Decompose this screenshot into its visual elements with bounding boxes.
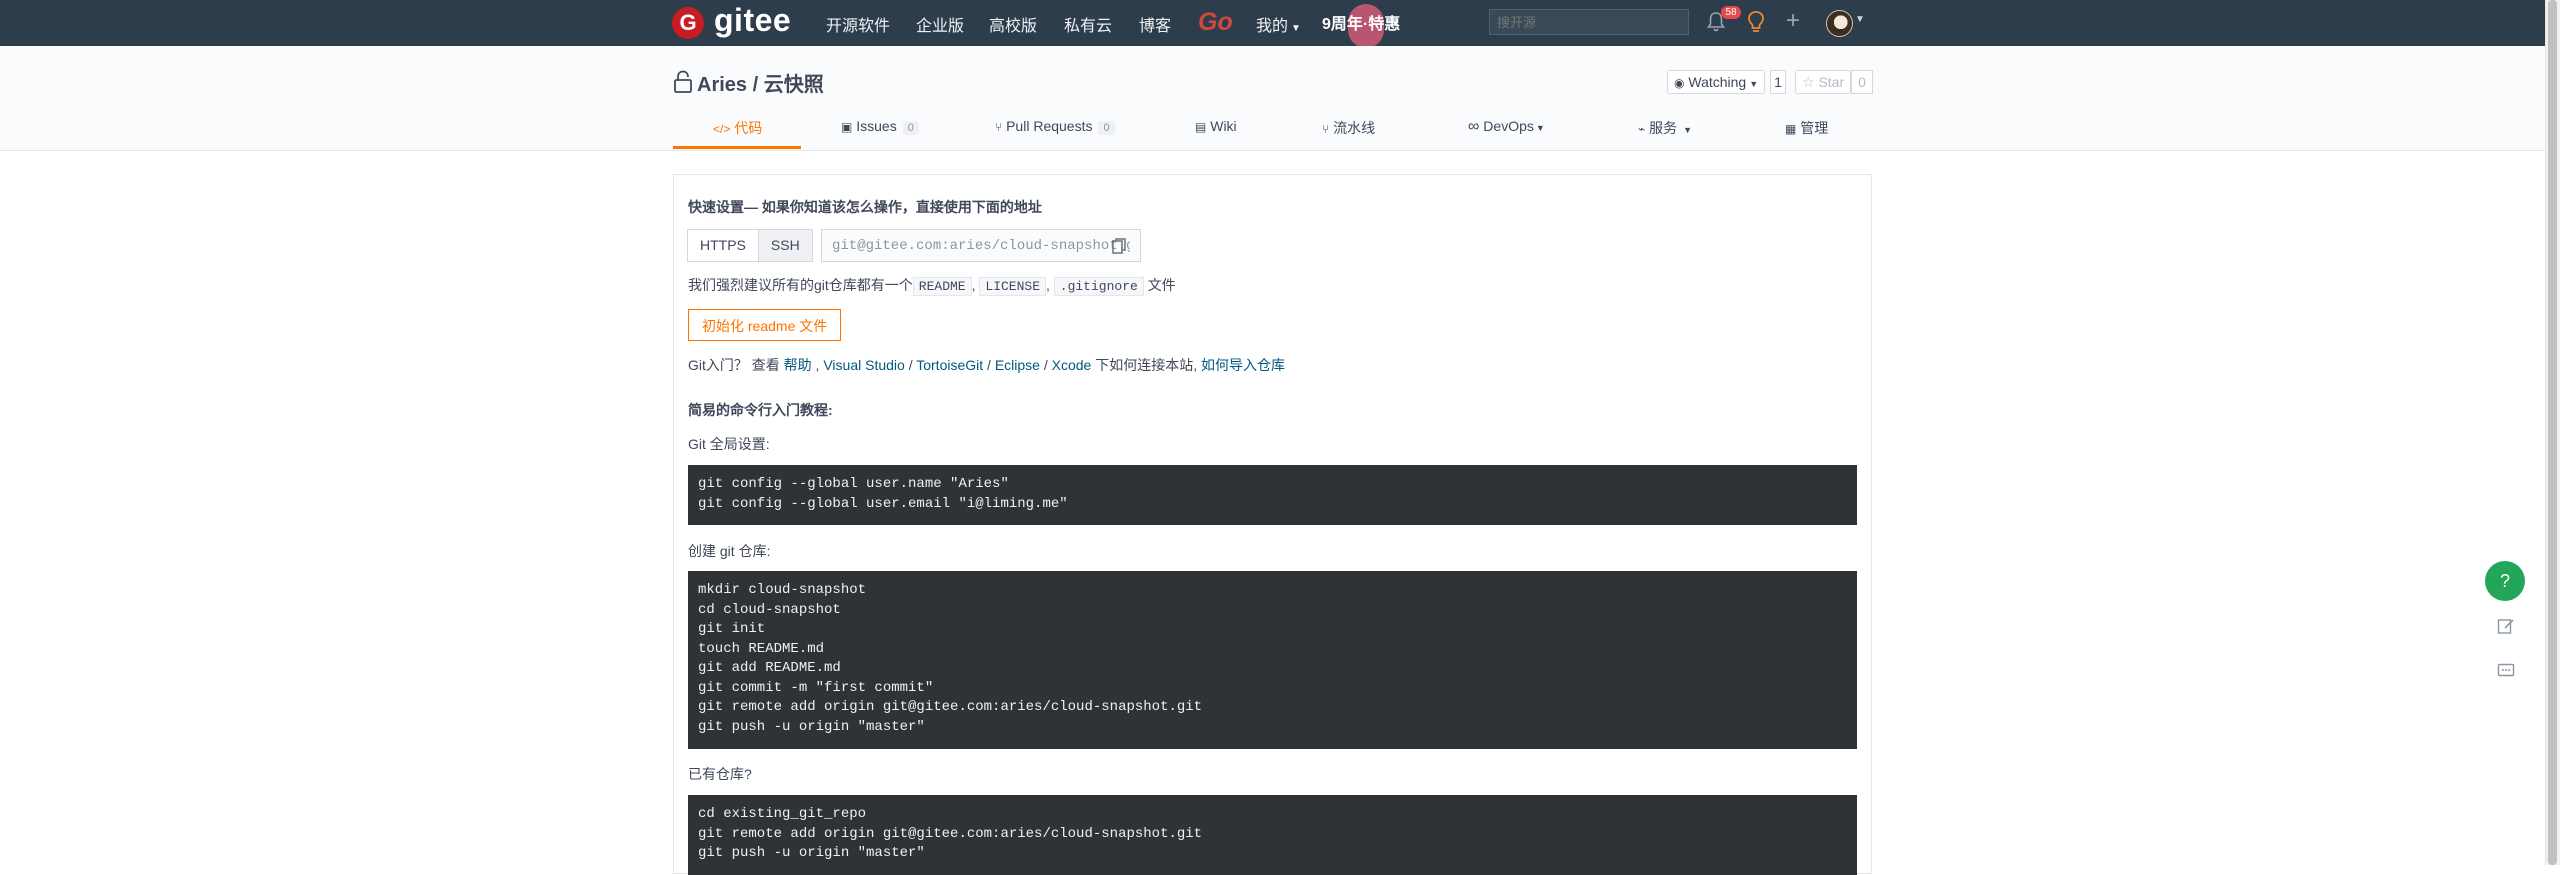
pipeline-icon: ⑂ [1322, 122, 1330, 136]
eye-icon: ◉ [1674, 76, 1685, 90]
gitignore-code: .gitignore [1053, 277, 1144, 296]
tab-pipeline[interactable]: ⑂ 流水线 [1322, 118, 1375, 138]
tab-pulls-label: Pull Requests [1006, 118, 1093, 134]
pulls-count: 0 [1098, 121, 1115, 135]
chevron-down-icon: ▼ [1683, 125, 1693, 135]
init-readme-button[interactable]: 初始化 readme 文件 [688, 309, 842, 341]
readme-code: README [912, 277, 972, 296]
star-button[interactable]: ☆ Star [1795, 70, 1852, 94]
lightbulb-icon[interactable] [1746, 10, 1766, 34]
edit-icon[interactable] [2497, 617, 2515, 635]
issues-count: 0 [902, 121, 919, 135]
notification-badge: 58 [1721, 6, 1741, 19]
nav-menu-mine[interactable]: 我的 ▼ [1256, 12, 1301, 36]
help-button[interactable]: ? [2485, 561, 2525, 601]
nav-menu-mine-label: 我的 [1256, 18, 1289, 35]
global-settings-label: Git 全局设置: [688, 436, 770, 452]
watch-button[interactable]: ◉ Watching ▼ [1667, 70, 1766, 94]
chevron-down-icon: ▼ [1749, 79, 1759, 89]
nav-link-opensource[interactable]: 开源软件 [826, 12, 890, 36]
plus-icon[interactable]: + [1786, 9, 1800, 33]
import-repo-link[interactable]: 如何导入仓库 [1201, 357, 1285, 373]
watch-label: Watching [1688, 74, 1747, 90]
tab-wiki-label: Wiki [1210, 118, 1237, 134]
repo-separator: / [747, 74, 764, 96]
recommend-line: 我们强烈建议所有的git仓库都有一个 README, LICENSE, .giti… [688, 277, 1176, 296]
quick-setup-heading: 快速设置— 如果你知道该怎么操作，直接使用下面的地址 [688, 199, 1042, 215]
tab-service[interactable]: ⌁ 服务 ▼ [1638, 118, 1692, 138]
existing-repo-label: 已有仓库? [688, 766, 752, 782]
star-count[interactable]: 0 [1851, 70, 1873, 94]
tab-manage[interactable]: ▦ 管理 [1785, 118, 1828, 138]
star-icon: ☆ [1802, 74, 1815, 90]
tab-pipeline-label: 流水线 [1333, 120, 1376, 136]
xcode-link[interactable]: Xcode [1052, 357, 1092, 373]
repo-owner[interactable]: Aries [697, 74, 747, 96]
copy-icon[interactable] [1112, 238, 1126, 254]
repo-header [0, 46, 2545, 151]
eclipse-link[interactable]: Eclipse [995, 357, 1040, 373]
message-icon[interactable] [2497, 662, 2515, 680]
watch-count[interactable]: 1 [1770, 70, 1786, 94]
nav-link-education[interactable]: 高校版 [989, 12, 1037, 36]
star-label: Star [1818, 74, 1845, 90]
protocol-switcher: HTTPS SSH [687, 229, 813, 262]
git-help-line: Git入门？ 查看 帮助 , Visual Studio / TortoiseG… [688, 357, 1286, 373]
tab-devops-label: DevOps [1483, 118, 1534, 134]
recommend-prefix: 我们强烈建议所有的git仓库都有一个 [688, 277, 913, 293]
avatar[interactable] [1826, 10, 1853, 37]
ssh-button[interactable]: SSH [757, 229, 813, 262]
code-icon: </> [713, 122, 731, 136]
tab-issues[interactable]: ▣ Issues 0 [841, 118, 919, 135]
clone-url-field[interactable] [821, 229, 1141, 262]
visual-studio-link[interactable]: Visual Studio [823, 357, 904, 373]
https-button[interactable]: HTTPS [687, 229, 759, 262]
promo-banner[interactable]: 9周年·特惠 [1320, 4, 1404, 48]
tab-service-label: 服务 [1649, 120, 1678, 136]
tab-wiki[interactable]: ▤ Wiki [1195, 118, 1237, 134]
nav-link-go[interactable]: Go [1198, 8, 1233, 37]
help-link[interactable]: 帮助 [784, 357, 812, 373]
scrollbar-thumb[interactable] [2548, 0, 2557, 865]
repo-name[interactable]: 云快照 [764, 74, 824, 96]
tutorial-heading: 简易的命令行入门教程: [688, 402, 833, 418]
git-help-prefix: Git入门？ 查看 [688, 357, 780, 373]
book-icon: ▤ [1195, 120, 1207, 134]
nav-link-enterprise[interactable]: 企业版 [916, 12, 964, 36]
chevron-down-icon: ▼ [1291, 23, 1301, 34]
issues-icon: ▣ [841, 120, 853, 134]
create-repo-code: mkdir cloud-snapshot cd cloud-snapshot g… [688, 571, 1857, 749]
promo-text: 9周年·特惠 [1322, 16, 1401, 33]
tortoisegit-link[interactable]: TortoiseGit [916, 357, 983, 373]
tab-code[interactable]: </> 代码 [713, 118, 762, 138]
connect-text: 下如何连接本站, [1095, 357, 1198, 373]
pulse-icon: ⌁ [1638, 122, 1646, 136]
pull-request-icon: ⑂ [995, 120, 1003, 134]
lock-icon [674, 70, 692, 93]
existing-repo-code: cd existing_git_repo git remote add orig… [688, 795, 1857, 875]
global-settings-code: git config --global user.name "Aries" gi… [688, 465, 1857, 525]
create-repo-label: 创建 git 仓库: [688, 543, 771, 559]
settings-doc-icon: ▦ [1785, 122, 1797, 136]
chevron-down-icon: ▼ [1535, 123, 1545, 133]
repo-title[interactable]: Aries / 云快照 [697, 68, 824, 97]
infinity-icon: ∞ [1468, 118, 1480, 135]
license-code: LICENSE [979, 277, 1046, 296]
tab-code-label: 代码 [734, 120, 763, 136]
tab-pull-requests[interactable]: ⑂ Pull Requests 0 [995, 118, 1115, 135]
tab-devops[interactable]: ∞ DevOps ▼ [1468, 118, 1545, 136]
logo-text[interactable]: gitee [714, 2, 791, 39]
nav-link-blog[interactable]: 博客 [1139, 12, 1171, 36]
active-tab-underline [673, 146, 801, 149]
recommend-suffix: 文件 [1147, 277, 1176, 293]
tab-issues-label: Issues [856, 118, 897, 134]
search-input[interactable] [1489, 9, 1689, 35]
tab-manage-label: 管理 [1800, 120, 1829, 136]
gitee-logo-icon[interactable]: G [672, 7, 704, 39]
nav-link-private-cloud[interactable]: 私有云 [1064, 12, 1112, 36]
chevron-down-icon[interactable]: ▼ [1855, 14, 1865, 25]
